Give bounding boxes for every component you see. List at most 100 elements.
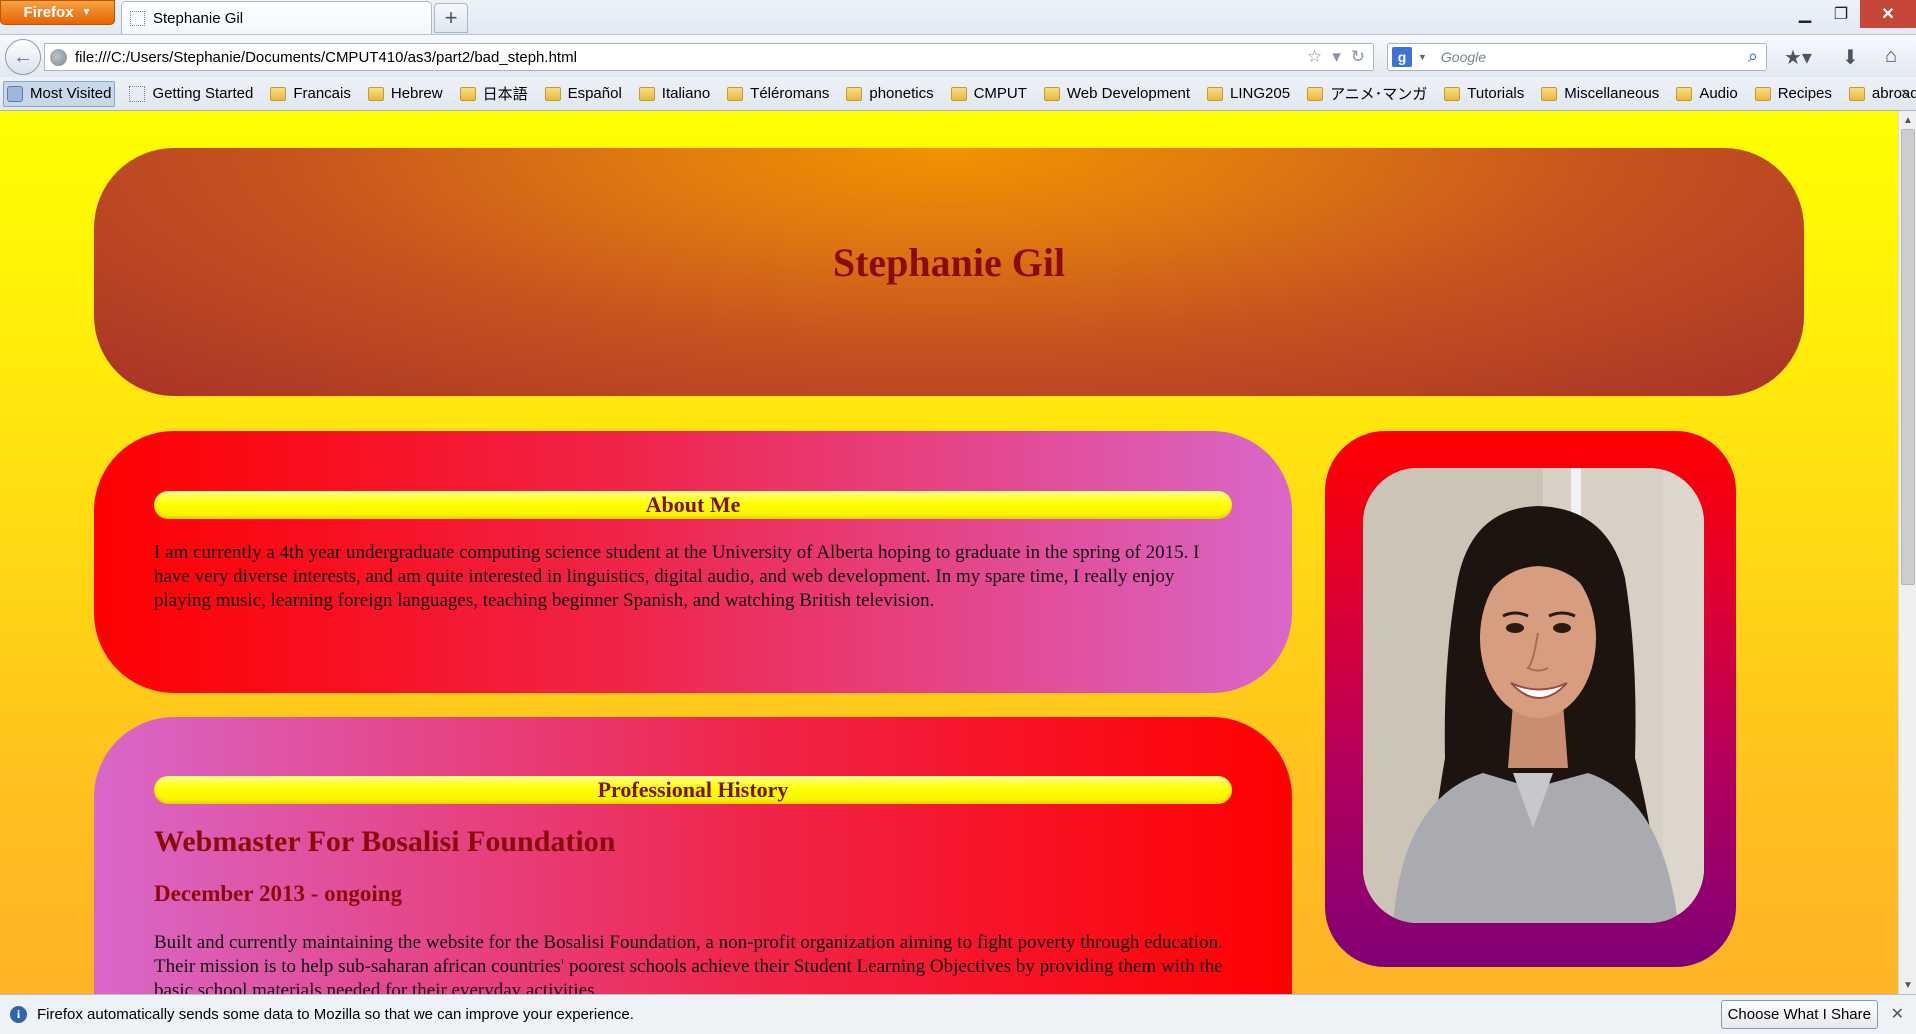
bookmark-getting-started[interactable]: Getting Started	[126, 81, 256, 107]
folder-icon	[1754, 86, 1771, 101]
folder-icon	[727, 86, 744, 101]
folder-icon	[950, 86, 967, 101]
folder-icon	[1444, 86, 1461, 101]
more-bookmarks-chevron-icon[interactable]: »	[1901, 84, 1910, 102]
job-title: Webmaster For Bosalisi Foundation	[154, 825, 616, 858]
reload-icon[interactable]: ↻	[1351, 47, 1365, 67]
bookmark-most-visited[interactable]: Most Visited	[3, 80, 116, 107]
downloads-icon[interactable]: ⬇	[1842, 45, 1859, 70]
bookmark-label: 日本語	[482, 86, 528, 103]
job-description: Built and currently maintaining the webs…	[154, 932, 1223, 994]
history-dropdown-icon[interactable]: ▾	[1332, 47, 1341, 67]
restore-icon: ❐	[1833, 6, 1849, 23]
page-title: Stephanie Gil	[832, 239, 1066, 285]
bookmark-label: Italiano	[661, 85, 711, 102]
navigation-toolbar: ← file:///C:/Users/Stephanie/Documents/C…	[0, 34, 1916, 77]
firefox-menu-label: Firefox	[23, 4, 74, 21]
about-text: I am currently a 4th year undergraduate …	[154, 542, 1200, 611]
folder-icon	[846, 86, 863, 101]
vertical-scrollbar[interactable]: ▲ ▼	[1898, 111, 1916, 994]
profile-photo	[1363, 468, 1704, 923]
history-section: Professional History Webmaster For Bosal…	[94, 717, 1292, 994]
url-bar[interactable]: file:///C:/Users/Stephanie/Documents/CMP…	[44, 43, 1374, 71]
chevron-down-icon: ▼	[81, 7, 92, 18]
bookmark-folder-ling205[interactable]: LING205	[1204, 81, 1293, 107]
page-viewport: Stephanie Gil About Me I am currently a …	[0, 111, 1898, 994]
bookmark-folder-cmput[interactable]: CMPUT	[948, 81, 1030, 107]
bookmark-label: Most Visited	[30, 85, 112, 102]
bookmark-folder-hebrew[interactable]: Hebrew	[365, 81, 446, 107]
page-icon	[129, 85, 146, 102]
bookmark-label: Téléromans	[750, 85, 830, 102]
engine-dropdown-icon[interactable]: ▼	[1418, 52, 1427, 62]
bookmark-folder-espanol[interactable]: Español	[542, 81, 625, 107]
about-section: About Me I am currently a 4th year under…	[94, 431, 1292, 693]
folder-icon	[1541, 86, 1558, 101]
tab-stephanie-gil[interactable]: Stephanie Gil	[121, 1, 432, 34]
minimize-icon: ▁	[1798, 6, 1812, 23]
bookmark-folder-recipes[interactable]: Recipes	[1752, 81, 1835, 107]
site-identity-icon	[50, 48, 67, 66]
bookmark-star-icon[interactable]: ☆	[1307, 47, 1322, 67]
bookmark-folder-italiano[interactable]: Italiano	[636, 81, 713, 107]
folder-icon	[367, 86, 384, 101]
close-window-button[interactable]: ✕	[1860, 0, 1916, 28]
folder-icon	[270, 86, 287, 101]
back-button[interactable]: ←	[5, 39, 41, 75]
bookmark-label: Recipes	[1777, 85, 1832, 102]
scroll-up-arrow-icon[interactable]: ▲	[1899, 111, 1916, 129]
bookmark-folder-tutorials[interactable]: Tutorials	[1441, 81, 1527, 107]
notification-text: Firefox automatically sends some data to…	[37, 1006, 634, 1023]
bookmark-label: Español	[567, 85, 622, 102]
back-arrow-icon: ←	[13, 45, 33, 68]
bookmark-folder-japanese[interactable]: 日本語	[457, 81, 531, 107]
new-tab-button[interactable]: +	[434, 3, 468, 33]
bookmarks-menu-icon[interactable]: ★▾	[1784, 45, 1812, 70]
folder-icon	[638, 86, 655, 101]
plus-icon: +	[444, 5, 458, 30]
bookmark-label: Getting Started	[152, 85, 254, 102]
bookmarks-toolbar: Most Visited Getting Started Francais He…	[0, 77, 1916, 111]
folder-icon	[544, 86, 561, 101]
info-icon: i	[10, 1006, 27, 1023]
bookmark-label: Hebrew	[390, 85, 443, 102]
scrollbar-thumb[interactable]	[1901, 129, 1915, 585]
search-icon[interactable]: ⌕	[1748, 46, 1758, 67]
url-bar-icons: ☆ ▾ ↻	[1307, 47, 1365, 67]
folder-icon	[459, 86, 476, 101]
bookmark-folder-phonetics[interactable]: phonetics	[843, 81, 936, 107]
firefox-menu-button[interactable]: Firefox ▼	[0, 0, 115, 25]
scroll-down-arrow-icon[interactable]: ▼	[1899, 976, 1916, 994]
bookmark-folder-francais[interactable]: Francais	[267, 81, 354, 107]
title-bar: Firefox ▼ Stephanie Gil + ▁ ❐ ✕	[0, 0, 1916, 34]
page-header: Stephanie Gil	[94, 148, 1804, 396]
bookmark-label: Audio	[1699, 85, 1738, 102]
bookmark-folder-miscellaneous[interactable]: Miscellaneous	[1538, 81, 1662, 107]
portrait-illustration	[1363, 468, 1704, 923]
bookmark-folder-teleromans[interactable]: Téléromans	[724, 81, 832, 107]
search-placeholder: Google	[1440, 49, 1487, 65]
close-icon: ✕	[1881, 6, 1895, 23]
home-icon[interactable]: ⌂	[1885, 45, 1897, 68]
folder-icon	[1848, 86, 1865, 101]
job-date: December 2013 - ongoing	[154, 881, 403, 906]
bookmark-label: Miscellaneous	[1564, 85, 1660, 102]
bookmark-folder-audio[interactable]: Audio	[1673, 81, 1740, 107]
folder-icon	[1676, 86, 1693, 101]
bookmark-folder-web-development[interactable]: Web Development	[1041, 81, 1193, 107]
tab-title: Stephanie Gil	[153, 9, 244, 27]
most-visited-icon	[7, 85, 23, 102]
bookmark-label: Web Development	[1066, 85, 1191, 102]
close-icon[interactable]: ✕	[1891, 1004, 1904, 1024]
history-heading: Professional History	[154, 776, 1232, 804]
bookmark-label: phonetics	[869, 85, 934, 102]
folder-icon	[1307, 86, 1324, 101]
search-engine-icon[interactable]: g	[1392, 47, 1412, 67]
folder-icon	[1043, 86, 1060, 101]
restore-button[interactable]: ❐	[1820, 0, 1862, 28]
bookmark-label: アニメ･マンガ	[1330, 86, 1428, 103]
choose-what-i-share-button[interactable]: Choose What I Share	[1720, 1000, 1878, 1029]
bookmark-folder-anime-manga[interactable]: アニメ･マンガ	[1304, 81, 1430, 107]
page-favicon-icon	[130, 10, 145, 26]
search-bar[interactable]: g ▼ Google ⌕	[1387, 43, 1767, 71]
